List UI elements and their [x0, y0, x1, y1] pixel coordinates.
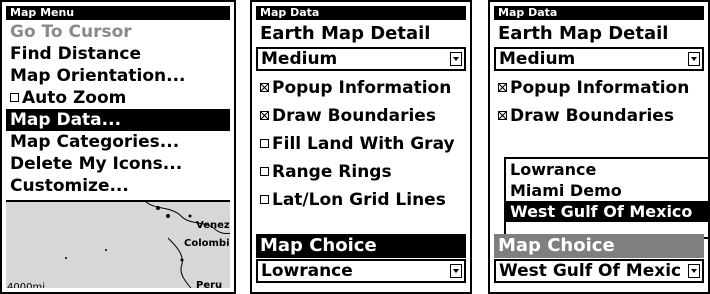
menu-item-customize[interactable]: Customize... — [6, 175, 230, 197]
chevron-down-icon[interactable] — [688, 52, 700, 66]
menu-item-map-data[interactable]: Map Data... — [6, 109, 230, 131]
menu-item-map-categories[interactable]: Map Categories... — [6, 131, 230, 153]
checkbox-checked-icon — [498, 111, 507, 120]
menu-item-auto-zoom[interactable]: Auto Zoom — [6, 87, 230, 109]
map-choice-dropdown[interactable]: West Gulf Of Mexic — [494, 259, 704, 283]
checkbox-label: Draw Boundaries — [510, 106, 674, 126]
earth-map-detail-dropdown[interactable]: Medium — [256, 47, 466, 71]
checkbox-draw-boundaries[interactable]: Draw Boundaries — [494, 102, 704, 130]
earth-map-detail-label: Earth Map Detail — [498, 23, 669, 44]
checkbox-popup-information[interactable]: Popup Information — [494, 74, 704, 102]
checkbox-lat-lon-grid[interactable]: Lat/Lon Grid Lines — [256, 186, 466, 214]
option-west-gulf-of-mexico[interactable]: West Gulf Of Mexico — [506, 201, 708, 222]
checkbox-icon — [260, 139, 269, 148]
checkbox-draw-boundaries[interactable]: Draw Boundaries — [256, 102, 466, 130]
checkbox-label: Fill Land With Gray — [272, 134, 455, 154]
checkbox-label: Popup Information — [272, 78, 452, 98]
checkbox-icon — [260, 195, 269, 204]
earth-map-detail-label: Earth Map Detail — [260, 23, 431, 44]
chevron-down-icon[interactable] — [450, 52, 462, 66]
map-choice-label: Map Choice — [256, 234, 466, 258]
checkbox-checked-icon — [260, 83, 269, 92]
dropdown-value: Medium — [261, 49, 338, 69]
option-lowrance[interactable]: Lowrance — [506, 159, 708, 180]
map-scale: 4000mi — [7, 282, 45, 288]
checkbox-checked-icon — [260, 111, 269, 120]
checkbox-label: Lat/Lon Grid Lines — [272, 190, 446, 210]
checkbox-label: Draw Boundaries — [272, 106, 436, 126]
checkbox-checked-icon — [498, 83, 507, 92]
dropdown-value: Lowrance — [261, 261, 353, 281]
map-choice-dropdown[interactable]: Lowrance — [256, 259, 466, 283]
map-choice-options-list[interactable]: Lowrance Miami Demo West Gulf Of Mexico — [504, 157, 708, 239]
dialog-title: Map Data — [494, 6, 704, 20]
option-miami-demo[interactable]: Miami Demo — [506, 180, 708, 201]
map-data-screen: Map Data Earth Map Detail Medium Popup I… — [250, 0, 472, 294]
menu-item-go-to-cursor[interactable]: Go To Cursor — [6, 21, 230, 43]
checkbox-icon — [260, 167, 269, 176]
menu-item-delete-my-icons[interactable]: Delete My Icons... — [6, 153, 230, 175]
dialog-title: Map Data — [256, 6, 466, 20]
menu-title: Map Menu — [6, 6, 230, 20]
earth-map-detail-dropdown[interactable]: Medium — [494, 47, 704, 71]
chevron-down-icon[interactable] — [450, 264, 462, 278]
menu-item-find-distance[interactable]: Find Distance — [6, 43, 230, 65]
dropdown-value: Medium — [499, 49, 576, 69]
map-label: Peru — [196, 280, 223, 288]
map-data-screen-open: Map Data Earth Map Detail Medium Popup I… — [488, 0, 710, 294]
checkbox-icon — [10, 93, 19, 102]
map-label: Colombia — [184, 238, 230, 249]
map-view[interactable]: Venez Colombia Peru 4000mi — [6, 200, 230, 288]
checkbox-popup-information[interactable]: Popup Information — [256, 74, 466, 102]
map-choice-label: Map Choice — [494, 234, 704, 258]
menu-item-map-orientation[interactable]: Map Orientation... — [6, 65, 230, 87]
auto-zoom-label: Auto Zoom — [22, 88, 127, 108]
checkbox-label: Popup Information — [510, 78, 690, 98]
map-menu-screen: Map Menu Go To Cursor Find Distance Map … — [0, 0, 236, 294]
checkbox-fill-land[interactable]: Fill Land With Gray — [256, 130, 466, 158]
checkbox-label: Range Rings — [272, 162, 392, 182]
chevron-down-icon[interactable] — [688, 264, 700, 278]
map-label: Venez — [196, 220, 230, 231]
checkbox-range-rings[interactable]: Range Rings — [256, 158, 466, 186]
dropdown-value: West Gulf Of Mexic — [499, 261, 682, 281]
